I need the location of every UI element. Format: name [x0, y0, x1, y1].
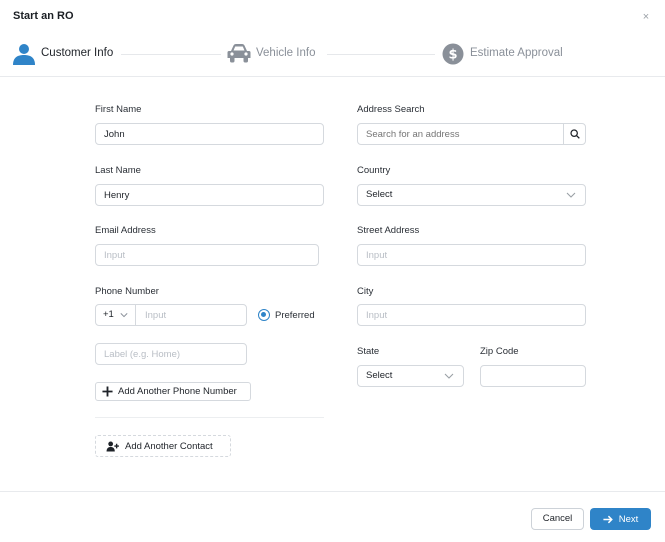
preferred-radio[interactable] — [258, 309, 270, 321]
svg-text:$: $ — [448, 48, 457, 63]
start-ro-modal: Start an RO × Customer Info Vehicle Info… — [0, 0, 665, 542]
last-name-input[interactable] — [95, 184, 324, 206]
street-address-label: Street Address — [357, 225, 420, 236]
country-code-value: +1 — [103, 309, 114, 320]
contact-separator — [95, 417, 324, 418]
step-connector — [121, 54, 221, 55]
address-search-group — [357, 123, 586, 145]
preferred-label: Preferred — [275, 310, 315, 321]
street-address-input[interactable] — [357, 244, 586, 266]
header-divider — [0, 76, 665, 77]
state-select-value: Select — [366, 370, 393, 381]
footer-divider — [0, 491, 665, 492]
country-label: Country — [357, 165, 391, 176]
step-vehicle-info[interactable]: Vehicle Info — [256, 47, 315, 59]
add-user-icon — [106, 441, 119, 452]
add-phone-label: Add Another Phone Number — [118, 386, 237, 397]
stepper: Customer Info Vehicle Info $ Estimate Ap… — [0, 38, 665, 70]
add-contact-button[interactable]: Add Another Contact — [95, 435, 231, 457]
phone-number-input[interactable] — [137, 305, 245, 325]
step-customer-info[interactable]: Customer Info — [41, 47, 113, 59]
phone-input-group: +1 — [95, 304, 247, 326]
plus-icon — [102, 386, 113, 397]
next-label: Next — [618, 513, 639, 525]
phone-label: Phone Number — [95, 286, 159, 297]
city-label: City — [357, 286, 374, 297]
first-name-input[interactable] — [95, 123, 324, 145]
last-name-label: Last Name — [95, 165, 141, 176]
add-contact-label: Add Another Contact — [125, 440, 213, 452]
arrow-right-icon — [603, 515, 613, 523]
next-button[interactable]: Next — [590, 508, 651, 530]
state-label: State — [357, 346, 380, 357]
city-input[interactable] — [357, 304, 586, 326]
chevron-down-icon — [566, 192, 576, 198]
search-icon — [569, 129, 580, 139]
zip-code-label: Zip Code — [480, 346, 519, 357]
step-connector — [327, 54, 435, 55]
address-search-label: Address Search — [357, 104, 425, 115]
zip-code-input[interactable] — [480, 365, 586, 387]
car-icon — [227, 44, 251, 63]
address-search-button[interactable] — [563, 123, 585, 145]
person-icon — [13, 44, 35, 65]
dollar-icon: $ — [442, 43, 464, 65]
email-input[interactable] — [95, 244, 319, 266]
chevron-down-icon — [444, 373, 454, 379]
phone-label-input[interactable] — [95, 343, 247, 365]
state-select[interactable]: Select — [357, 365, 464, 387]
chevron-down-icon — [120, 313, 128, 318]
address-search-input[interactable] — [358, 124, 563, 144]
step-estimate-approval[interactable]: Estimate Approval — [470, 47, 563, 59]
country-select[interactable]: Select — [357, 184, 586, 206]
modal-title: Start an RO — [13, 10, 74, 22]
email-label: Email Address — [95, 225, 156, 236]
country-select-value: Select — [366, 189, 393, 200]
first-name-label: First Name — [95, 104, 142, 115]
close-icon[interactable]: × — [640, 10, 652, 24]
add-phone-button[interactable]: Add Another Phone Number — [95, 382, 251, 401]
cancel-button[interactable]: Cancel — [531, 508, 584, 530]
country-code-select[interactable]: +1 — [96, 305, 136, 325]
